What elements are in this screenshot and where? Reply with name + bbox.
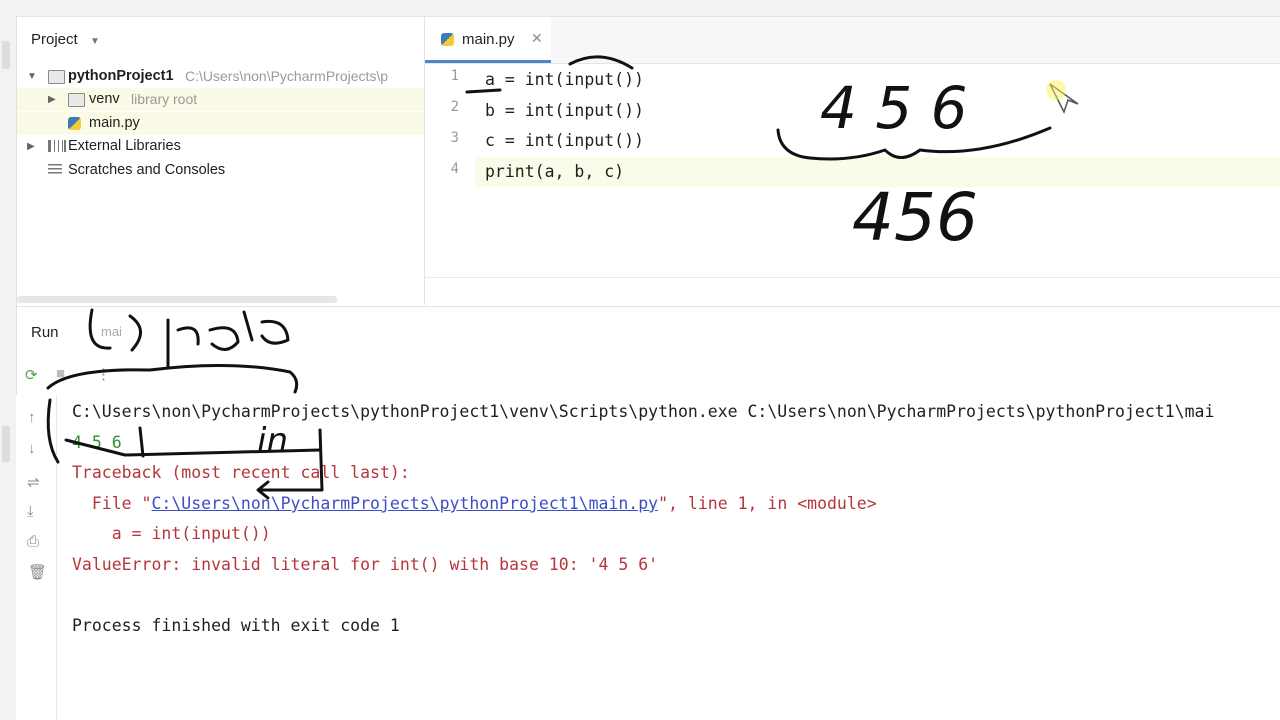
ink-digits-bottom: 456: [852, 179, 978, 256]
trash-icon[interactable]: 🗑: [28, 563, 47, 581]
tree-item-venv[interactable]: ▶ venv library root: [17, 88, 424, 111]
tree-item-project-root[interactable]: ▼ pythonProject1 C:\Users\non\PycharmPro…: [17, 65, 424, 88]
output-exit-status: Process finished with exit code 1: [72, 616, 400, 635]
run-toolbar: ⟳ ■ ⋮: [16, 357, 1280, 395]
more-options-icon[interactable]: ⋮: [96, 365, 111, 383]
python-file-icon: [441, 33, 454, 46]
chevron-right-icon[interactable]: ▶: [27, 135, 35, 158]
ink-digits-top: 4 5 6: [820, 74, 968, 142]
tree-item-label: External Libraries: [68, 138, 181, 154]
tree-item-external-libraries[interactable]: ▶ External Libraries: [17, 135, 424, 158]
strip-marker[interactable]: [2, 41, 10, 69]
project-panel-title[interactable]: Project: [31, 31, 78, 48]
rerun-icon[interactable]: ⟳: [25, 366, 38, 384]
file-link[interactable]: C:\Users\non\PycharmProjects\pythonProje…: [151, 494, 658, 513]
output-traceback-header: Traceback (most recent call last):: [72, 463, 410, 482]
output-error-message: ValueError: invalid literal for int() wi…: [72, 555, 659, 574]
line-number-gutter: 1 2 3 4: [425, 64, 475, 278]
folder-icon: [68, 93, 85, 107]
horizontal-scrollbar[interactable]: [17, 296, 337, 303]
line-number: 2: [450, 99, 459, 115]
scratches-icon: [48, 164, 62, 176]
strip-marker[interactable]: [2, 426, 10, 462]
project-panel: Project ▼ ▼ pythonProject1 C:\Users\non\…: [17, 17, 425, 305]
output-text: File ": [72, 494, 152, 513]
stop-icon[interactable]: ■: [56, 365, 65, 382]
tree-item-main-py[interactable]: main.py: [17, 112, 424, 135]
code-line-4[interactable]: print(a, b, c): [485, 157, 624, 187]
tree-item-hint: library root: [131, 91, 198, 107]
line-number: 3: [450, 130, 459, 146]
run-config-tab[interactable]: mai: [101, 324, 122, 339]
code-line-1[interactable]: a = int(input()): [485, 65, 644, 95]
code-line-2[interactable]: b = int(input()): [485, 96, 644, 126]
tree-item-label: pythonProject1: [68, 68, 174, 84]
output-traceback-file: File "C:\Users\non\PycharmProjects\pytho…: [72, 489, 877, 519]
run-panel-title[interactable]: Run: [31, 324, 59, 341]
chevron-down-icon[interactable]: ▼: [90, 36, 100, 47]
print-icon[interactable]: ⎙: [27, 533, 39, 550]
output-user-input: 4 5 6: [72, 433, 122, 452]
tab-main-py[interactable]: main.py ✕: [425, 17, 551, 63]
editor-divider: [425, 277, 1280, 278]
code-line-3[interactable]: c = int(input()): [485, 126, 644, 156]
run-side-toolbar: ↑ ↓ ⇌ ⤓ ⎙ 🗑: [16, 395, 57, 720]
chevron-right-icon[interactable]: ▶: [48, 88, 56, 111]
run-panel-header: Run mai: [17, 306, 1280, 357]
python-file-icon: [68, 117, 81, 130]
editor-tab-bar: main.py ✕: [425, 17, 1280, 64]
close-icon[interactable]: ✕: [531, 30, 543, 47]
line-number: 1: [450, 68, 459, 84]
ink-word-in: in: [257, 421, 288, 461]
tree-item-path: C:\Users\non\PycharmProjects\p: [185, 68, 389, 84]
arrow-down-icon[interactable]: ↓: [28, 440, 36, 457]
arrow-up-icon[interactable]: ↑: [28, 409, 36, 426]
output-text: ", line 1, in <module>: [658, 494, 877, 513]
library-icon: [48, 140, 66, 152]
line-number: 4: [450, 161, 459, 177]
project-panel-header: Project ▼: [17, 17, 424, 63]
mouse-cursor: [1046, 80, 1079, 114]
tab-label: main.py: [462, 31, 515, 48]
left-tool-strip: [0, 16, 17, 720]
tree-item-label: main.py: [89, 115, 140, 131]
title-bar: [0, 0, 1280, 17]
chevron-down-icon[interactable]: ▼: [27, 65, 37, 88]
tree-item-label: venv: [89, 91, 120, 107]
folder-icon: [48, 70, 65, 84]
output-traceback-code: a = int(input()): [72, 524, 271, 543]
scroll-to-end-icon[interactable]: ⤓: [27, 503, 34, 520]
ink-bracket-right: [138, 426, 145, 458]
output-command-line: C:\Users\non\PycharmProjects\pythonProje…: [72, 402, 1215, 421]
tree-item-label: Scratches and Consoles: [68, 162, 226, 178]
tree-item-scratches[interactable]: Scratches and Consoles: [17, 159, 424, 182]
ink-brace: [776, 126, 1052, 161]
soft-wrap-icon[interactable]: ⇌: [27, 473, 40, 491]
